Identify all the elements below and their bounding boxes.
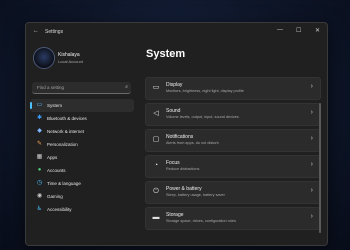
sidebar-item-time-language[interactable]: ◷ Time & language bbox=[30, 177, 134, 190]
person-icon: ● bbox=[37, 167, 42, 173]
power-icon: ⏻ bbox=[153, 188, 159, 195]
chevron-right-icon: › bbox=[310, 135, 313, 142]
gamepad-icon: ◉ bbox=[36, 193, 43, 199]
sidebar-item-gaming[interactable]: ◉ Gaming bbox=[30, 190, 134, 203]
card-description: Storage space, drives, configuration rul… bbox=[166, 219, 236, 223]
card-notifications[interactable]: ▢ Notifications Alerts from apps, do not… bbox=[145, 129, 321, 152]
search-input[interactable]: Find a setting ⌕ bbox=[32, 82, 131, 94]
card-description: Alerts from apps, do not disturb bbox=[166, 141, 219, 145]
sidebar-item-label: Gaming bbox=[47, 194, 63, 199]
card-focus[interactable]: ◔ Focus Reduce distractions › bbox=[145, 155, 321, 178]
accessibility-icon: ♿ bbox=[36, 206, 43, 212]
card-power-battery[interactable]: ⏻ Power & battery Sleep, battery usage, … bbox=[145, 181, 321, 204]
sidebar-item-label: Time & language bbox=[47, 181, 81, 186]
sidebar: Kishalaya Local Account Find a setting ⌕… bbox=[26, 41, 138, 245]
wifi-icon: ◆ bbox=[37, 128, 42, 134]
bell-icon: ▢ bbox=[152, 136, 160, 143]
sidebar-nav: ▭ System ✱ Bluetooth & devices ◆ Network… bbox=[30, 99, 134, 216]
brush-icon: ✎ bbox=[36, 141, 43, 147]
monitor-icon: ▭ bbox=[152, 84, 160, 91]
card-description: Reduce distractions bbox=[166, 167, 200, 171]
sidebar-item-system[interactable]: ▭ System bbox=[30, 99, 134, 112]
sidebar-item-label: Apps bbox=[47, 155, 58, 160]
avatar bbox=[33, 47, 55, 69]
card-display[interactable]: ▭ Display Monitors, brightness, night li… bbox=[145, 77, 321, 100]
chevron-right-icon: › bbox=[310, 109, 313, 116]
apps-icon: ▦ bbox=[36, 154, 43, 160]
chevron-right-icon: › bbox=[310, 161, 313, 168]
speaker-icon: ◁ bbox=[153, 110, 159, 117]
card-title: Sound bbox=[166, 108, 181, 114]
sidebar-item-network[interactable]: ◆ Network & internet bbox=[30, 125, 134, 138]
sidebar-item-personalization[interactable]: ✎ Personalization bbox=[30, 138, 134, 151]
settings-window: ← Settings — ☐ ✕ Kishalaya Local Account… bbox=[25, 22, 328, 246]
user-profile[interactable]: Kishalaya Local Account bbox=[33, 46, 133, 80]
card-title: Focus bbox=[166, 160, 180, 166]
account-type: Local Account bbox=[58, 59, 83, 64]
sidebar-item-label: Personalization bbox=[47, 142, 78, 147]
window-title: Settings bbox=[45, 29, 64, 35]
bluetooth-icon: ✱ bbox=[36, 115, 43, 121]
monitor-icon: ▭ bbox=[36, 102, 43, 108]
main-content: System ▭ Display Monitors, brightness, n… bbox=[138, 41, 327, 245]
search-placeholder: Find a setting bbox=[37, 85, 65, 90]
card-storage[interactable]: ▬ Storage Storage space, drives, configu… bbox=[145, 207, 321, 230]
sidebar-item-bluetooth[interactable]: ✱ Bluetooth & devices bbox=[30, 112, 134, 125]
page-title: System bbox=[146, 48, 186, 60]
sidebar-item-accounts[interactable]: ● Accounts bbox=[30, 164, 134, 177]
sidebar-item-label: Accounts bbox=[47, 168, 66, 173]
card-title: Power & battery bbox=[166, 186, 202, 192]
chevron-right-icon: › bbox=[310, 83, 313, 90]
minimize-button[interactable]: — bbox=[277, 27, 283, 33]
chevron-right-icon: › bbox=[310, 187, 313, 194]
card-description: Monitors, brightness, night light, displ… bbox=[166, 89, 244, 93]
storage-icon: ▬ bbox=[152, 214, 160, 221]
card-description: Sleep, battery usage, battery saver bbox=[166, 193, 225, 197]
sidebar-item-label: Network & internet bbox=[47, 129, 85, 134]
sidebar-item-label: System bbox=[47, 103, 63, 108]
back-arrow-icon[interactable]: ← bbox=[33, 28, 39, 34]
chevron-right-icon: › bbox=[310, 213, 313, 220]
card-title: Notifications bbox=[166, 134, 194, 140]
card-description: Volume levels, output, input, sound devi… bbox=[166, 115, 239, 119]
card-title: Display bbox=[166, 82, 183, 88]
maximize-button[interactable]: ☐ bbox=[296, 27, 301, 34]
globe-clock-icon: ◷ bbox=[36, 180, 43, 186]
focus-icon: ◔ bbox=[153, 162, 159, 169]
settings-list: ▭ Display Monitors, brightness, night li… bbox=[145, 77, 321, 233]
user-name: Kishalaya bbox=[58, 52, 80, 58]
sidebar-item-label: Bluetooth & devices bbox=[47, 116, 87, 121]
card-title: Storage bbox=[166, 212, 184, 218]
sidebar-item-apps[interactable]: ▦ Apps bbox=[30, 151, 134, 164]
scrollbar[interactable] bbox=[319, 103, 321, 233]
title-bar: ← Settings — ☐ ✕ bbox=[26, 23, 327, 41]
sidebar-item-accessibility[interactable]: ♿ Accessibility bbox=[30, 203, 134, 216]
close-button[interactable]: ✕ bbox=[315, 27, 320, 34]
sidebar-item-label: Accessibility bbox=[47, 207, 72, 212]
search-icon[interactable]: ⌕ bbox=[125, 84, 128, 90]
card-sound[interactable]: ◁ Sound Volume levels, output, input, so… bbox=[145, 103, 321, 126]
